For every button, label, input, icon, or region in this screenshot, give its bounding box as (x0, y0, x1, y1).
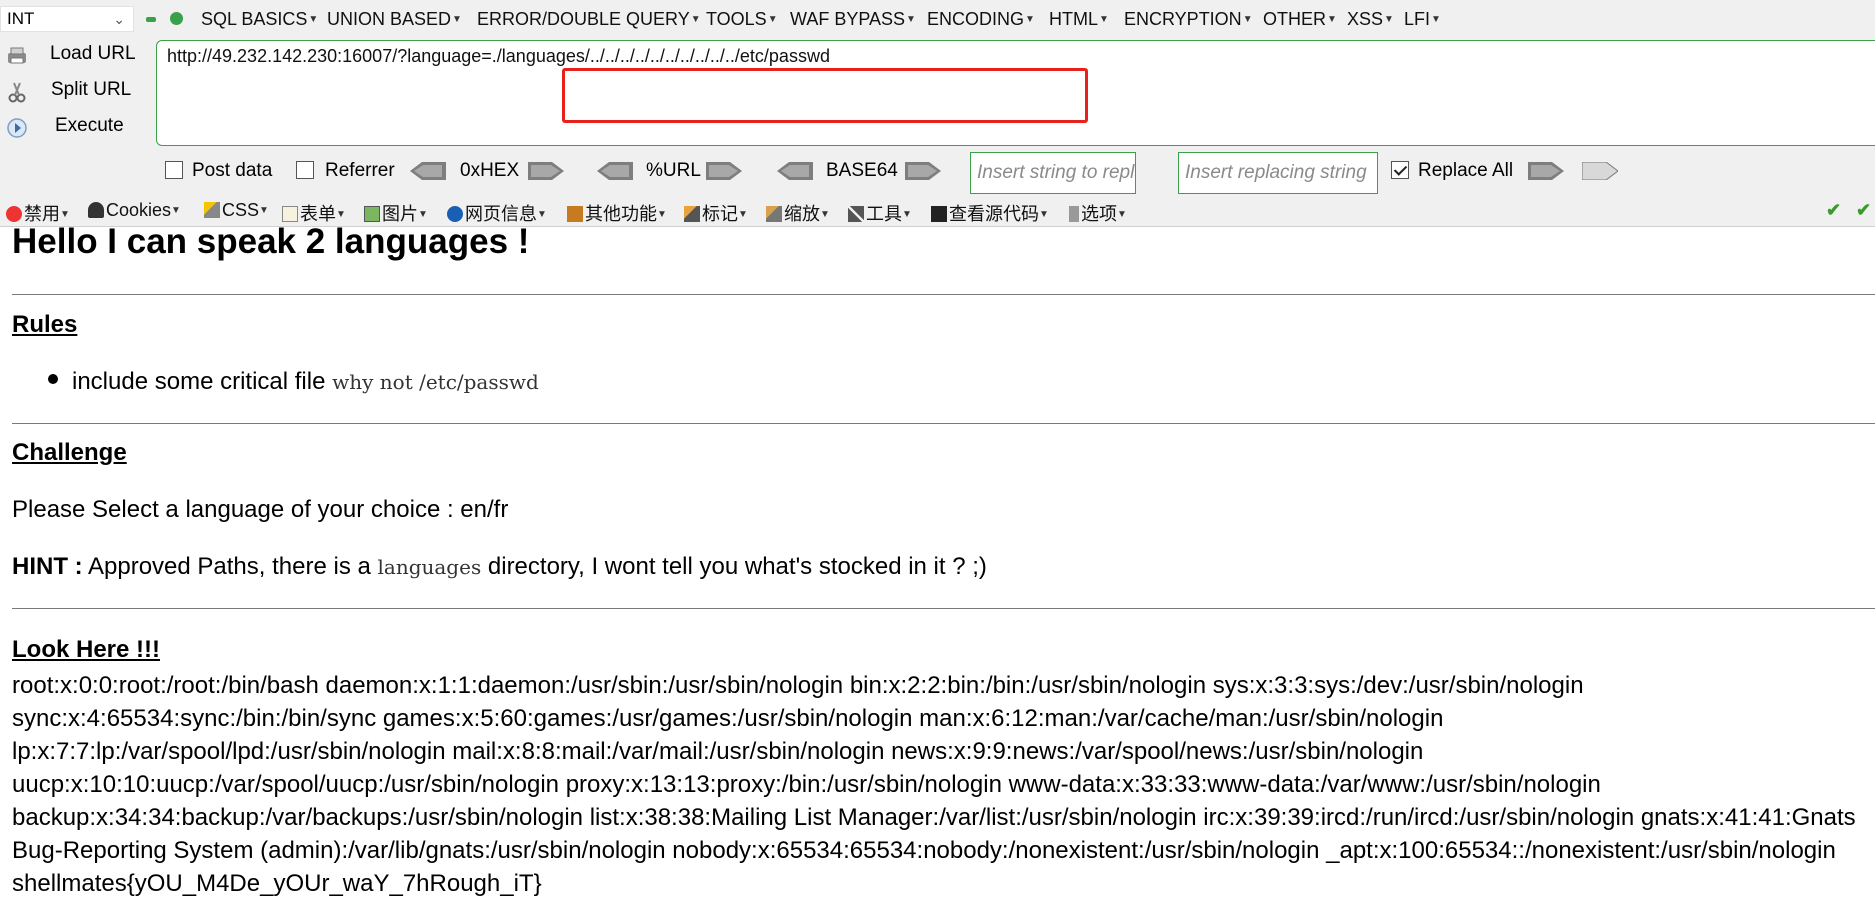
url-textarea[interactable]: http://49.232.142.230:16007/?language=./… (156, 40, 1875, 146)
divider (12, 608, 1875, 609)
menu-error-double-query[interactable]: ERROR/DOUBLE QUERY▼ (477, 9, 701, 30)
toolbar-tools[interactable]: 工具▼ (848, 200, 912, 226)
menu-waf-bypass[interactable]: WAF BYPASS▼ (790, 9, 916, 30)
split-url-button[interactable]: Split URL (0, 77, 150, 107)
menu-sql-basics[interactable]: SQL BASICS▼ (201, 9, 318, 30)
base64-encode-arrow-icon[interactable] (905, 162, 941, 180)
bullet (48, 374, 58, 384)
replace-arrow-icon[interactable] (1528, 162, 1564, 180)
payload-highlight-box (562, 68, 1088, 123)
hackbar-menu-row: INT ⌄ SQL BASICS▼ UNION BASED▼ ERROR/DOU… (0, 0, 1875, 36)
info-icon (447, 206, 463, 222)
hackbar-panel: INT ⌄ SQL BASICS▼ UNION BASED▼ ERROR/DOU… (0, 0, 1875, 197)
toolbar-misc[interactable]: 其他功能▼ (567, 200, 667, 226)
rules-heading: Rules (12, 311, 78, 338)
divider (12, 294, 1875, 295)
hint-text: HINT : Approved Paths, there is a langua… (12, 553, 987, 580)
hackbar-options-row: Post data Referrer 0xHEX %URL BASE64 Ins… (0, 152, 1875, 194)
play-icon (7, 118, 27, 138)
toolbar-cookies[interactable]: Cookies▼ (88, 200, 181, 221)
replace-all-label: Replace All (1418, 160, 1514, 181)
toolbar-view-source[interactable]: 查看源代码▼ (931, 200, 1049, 226)
status-ok-icon: ✔ (1826, 200, 1842, 220)
type-select-value: INT (7, 9, 35, 28)
type-select[interactable]: INT ⌄ (0, 6, 134, 32)
challenge-text: Please Select a language of your choice … (12, 496, 509, 523)
url-encode-arrow-icon[interactable] (706, 162, 742, 180)
replace-all-checkbox[interactable] (1391, 161, 1409, 179)
pencil-icon (204, 202, 220, 218)
menu-tools[interactable]: TOOLS▼ (706, 9, 778, 30)
hex-encode-arrow-icon[interactable] (528, 162, 564, 180)
hint-code: languages (377, 555, 482, 579)
url-encoding-label: %URL (646, 160, 701, 181)
passwd-output: root:x:0:0:root:/root:/bin/bash daemon:x… (12, 672, 1856, 897)
referrer-checkbox[interactable] (296, 161, 314, 179)
look-here-heading: Look Here !!! (12, 636, 161, 663)
options-icon (1069, 206, 1079, 222)
scissors-icon (8, 82, 26, 103)
url-value: http://49.232.142.230:16007/?language=./… (167, 46, 830, 66)
toolbar-outline[interactable]: 标记▼ (684, 200, 748, 226)
hex-decode-arrow-icon[interactable] (410, 162, 446, 180)
menu-other[interactable]: OTHER▼ (1263, 9, 1337, 30)
menu-xss[interactable]: XSS▼ (1347, 9, 1394, 30)
base64-decode-arrow-icon[interactable] (777, 162, 813, 180)
page-title: Hello I can speak 2 languages ! (12, 222, 530, 261)
image-icon (364, 206, 380, 222)
execute-button[interactable]: Execute (0, 113, 150, 143)
load-url-button[interactable]: Load URL (0, 41, 150, 71)
toolbar-css[interactable]: CSS▼ (204, 200, 269, 221)
person-icon (88, 202, 104, 218)
menu-lfi[interactable]: LFI▼ (1404, 9, 1441, 30)
status-ok-icon-2: ✔ (1856, 200, 1872, 220)
load-url-icon (8, 47, 26, 64)
rule-code: why not /etc/passwd (332, 370, 539, 394)
zoom-icon (766, 206, 782, 222)
source-icon (931, 206, 947, 222)
toolbar-options[interactable]: 选项▼ (1069, 200, 1127, 226)
post-data-label: Post data (192, 160, 273, 181)
insert-string-input[interactable]: Insert string to replace (970, 152, 1136, 194)
clipboard-icon (282, 206, 298, 222)
wrench-icon (848, 206, 864, 222)
menu-encoding[interactable]: ENCODING▼ (927, 9, 1035, 30)
replace-next-arrow-icon[interactable] (1582, 162, 1618, 180)
book-icon (567, 206, 583, 222)
menu-html[interactable]: HTML▼ (1049, 9, 1109, 30)
rule-list-item: include some critical file why not /etc/… (48, 368, 539, 396)
minus-icon[interactable] (146, 17, 156, 22)
toolbar-zoom[interactable]: 缩放▼ (766, 200, 830, 226)
divider (12, 423, 1875, 424)
replacing-string-input[interactable]: Insert replacing string (1178, 152, 1378, 194)
menu-union-based[interactable]: UNION BASED▼ (327, 9, 462, 30)
challenge-heading: Challenge (12, 439, 127, 466)
chevron-down-icon: ⌄ (113, 11, 125, 27)
plus-icon[interactable] (170, 12, 183, 25)
disable-icon (6, 206, 22, 222)
menu-encryption[interactable]: ENCRYPTION▼ (1124, 9, 1253, 30)
post-data-checkbox[interactable] (165, 161, 183, 179)
hex-label: 0xHEX (460, 160, 520, 181)
referrer-label: Referrer (325, 160, 395, 181)
url-decode-arrow-icon[interactable] (597, 162, 633, 180)
base64-label: BASE64 (826, 160, 898, 181)
marker-icon (684, 206, 700, 222)
